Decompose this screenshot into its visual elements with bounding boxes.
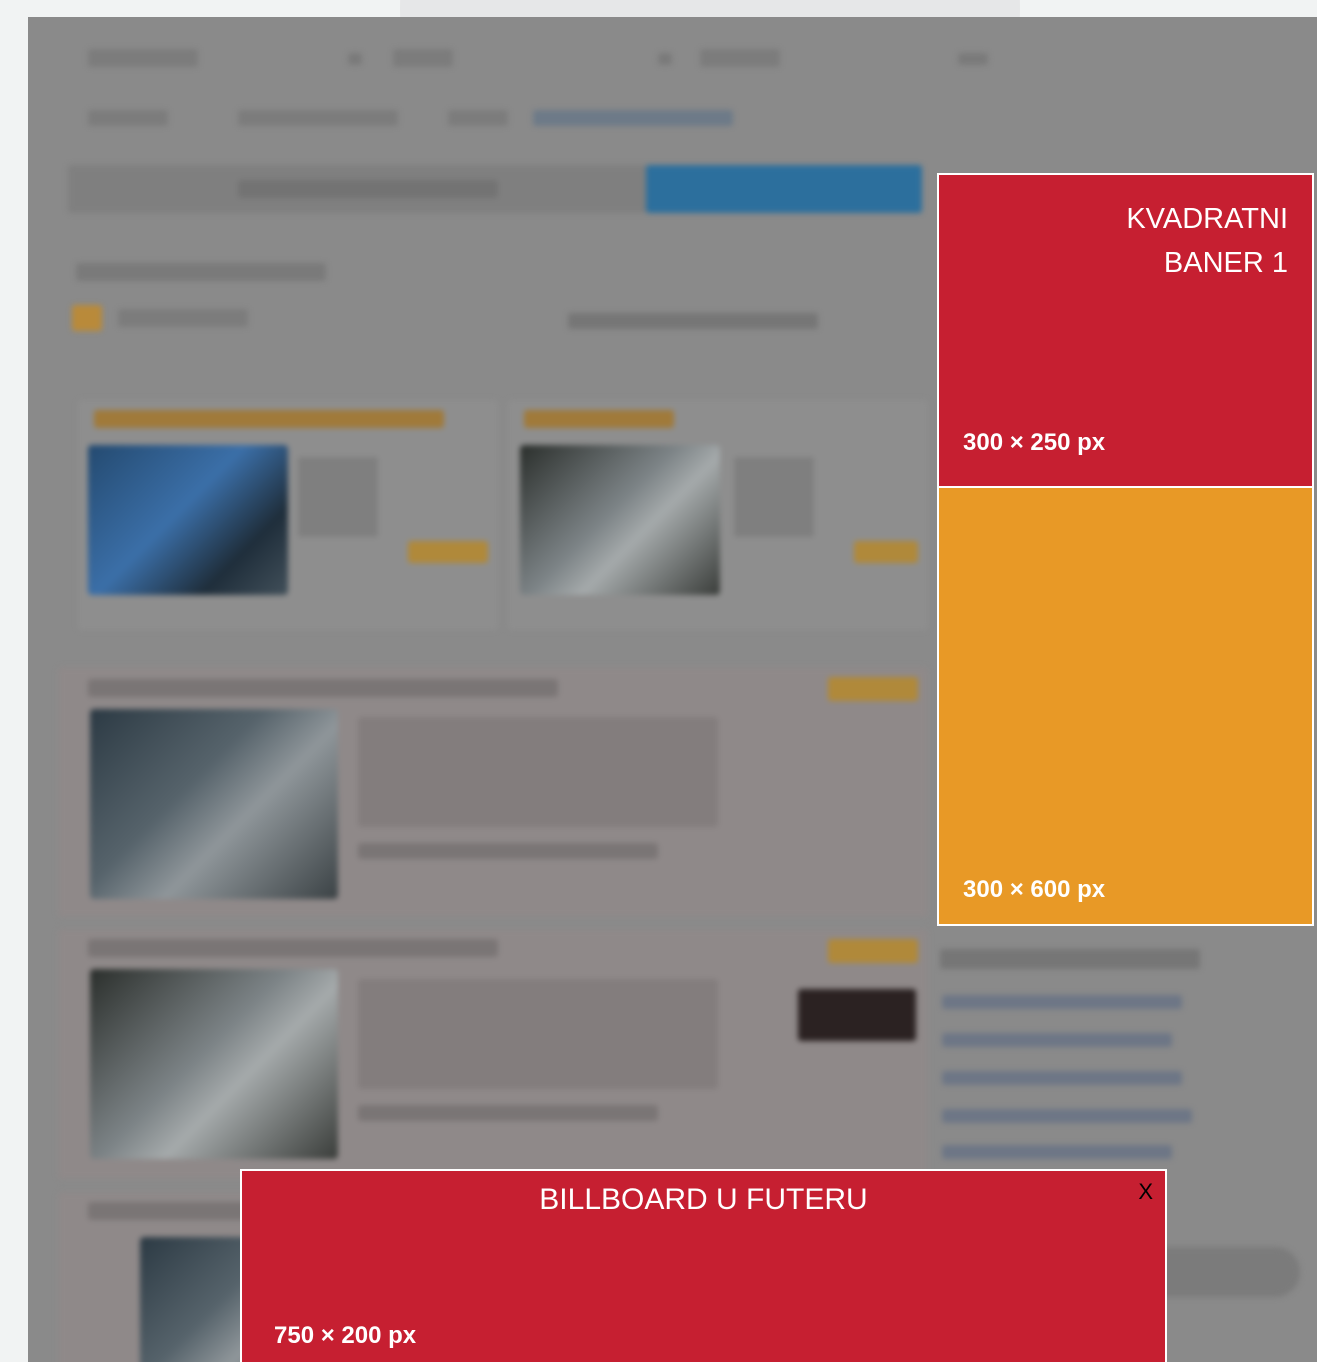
card-title-placeholder xyxy=(94,410,444,428)
ad-billboard-footer[interactable]: BILLBOARD U FUTERU X 750 × 200 px xyxy=(240,1169,1167,1362)
search-placeholder xyxy=(238,180,498,198)
ad-square-size: 300 × 250 px xyxy=(963,429,1106,456)
close-button[interactable]: X xyxy=(1138,1179,1153,1205)
filter-placeholder xyxy=(658,53,672,65)
sidebar-link-placeholder xyxy=(942,995,1182,1009)
sidebar-link-placeholder xyxy=(942,1071,1182,1085)
sidebar-link-placeholder xyxy=(942,1145,1172,1159)
card-title-placeholder xyxy=(524,410,674,428)
filter-placeholder xyxy=(958,53,988,65)
ad-square-title-line2: BANER 1 xyxy=(1163,247,1288,279)
ad-square-title-line1: KVADRATNI xyxy=(1126,203,1288,235)
ad-billboard-title: BILLBOARD U FUTERU xyxy=(539,1183,868,1216)
car-photo xyxy=(88,445,288,595)
sort-placeholder xyxy=(568,313,818,329)
ad-halfpage-size: 300 × 600 px xyxy=(963,876,1106,903)
filter-placeholder xyxy=(88,49,198,67)
listing-text-placeholder xyxy=(358,717,718,827)
nav-placeholder xyxy=(238,110,398,126)
listing-title-placeholder xyxy=(88,679,558,697)
ad-billboard-size: 750 × 200 px xyxy=(274,1322,417,1349)
filter-placeholder xyxy=(348,53,362,65)
filter-placeholder xyxy=(700,49,780,67)
ad-square-title: KVADRATNI BANER 1 xyxy=(1126,197,1288,285)
pagination-placeholder xyxy=(72,305,102,331)
listing-meta-placeholder xyxy=(358,1105,658,1121)
sidebar-heading-placeholder xyxy=(940,949,1200,969)
card-text-placeholder xyxy=(298,457,378,537)
card-text-placeholder xyxy=(734,457,814,537)
dealer-logo-placeholder xyxy=(798,989,916,1041)
nav-placeholder xyxy=(533,110,733,126)
price-placeholder xyxy=(408,541,488,563)
car-photo xyxy=(90,709,338,899)
nav-placeholder xyxy=(88,110,168,126)
ad-halfpage-banner[interactable]: 300 × 600 px xyxy=(937,486,1314,926)
filter-placeholder xyxy=(393,49,453,67)
ad-square-banner[interactable]: KVADRATNI BANER 1 300 × 250 px xyxy=(937,173,1314,488)
listing-title-placeholder xyxy=(88,939,498,957)
listing-text-placeholder xyxy=(358,979,718,1089)
nav-placeholder xyxy=(448,110,508,126)
sidebar-link-placeholder xyxy=(942,1033,1172,1047)
price-placeholder xyxy=(828,677,918,701)
sidebar-link-placeholder xyxy=(942,1109,1192,1123)
price-placeholder xyxy=(828,939,918,963)
results-header-placeholder xyxy=(76,263,326,281)
car-photo xyxy=(90,969,338,1159)
price-placeholder xyxy=(854,541,918,563)
listing-meta-placeholder xyxy=(358,843,658,859)
pagination-placeholder xyxy=(118,309,248,327)
search-button-placeholder xyxy=(646,165,922,213)
car-photo xyxy=(520,445,720,595)
